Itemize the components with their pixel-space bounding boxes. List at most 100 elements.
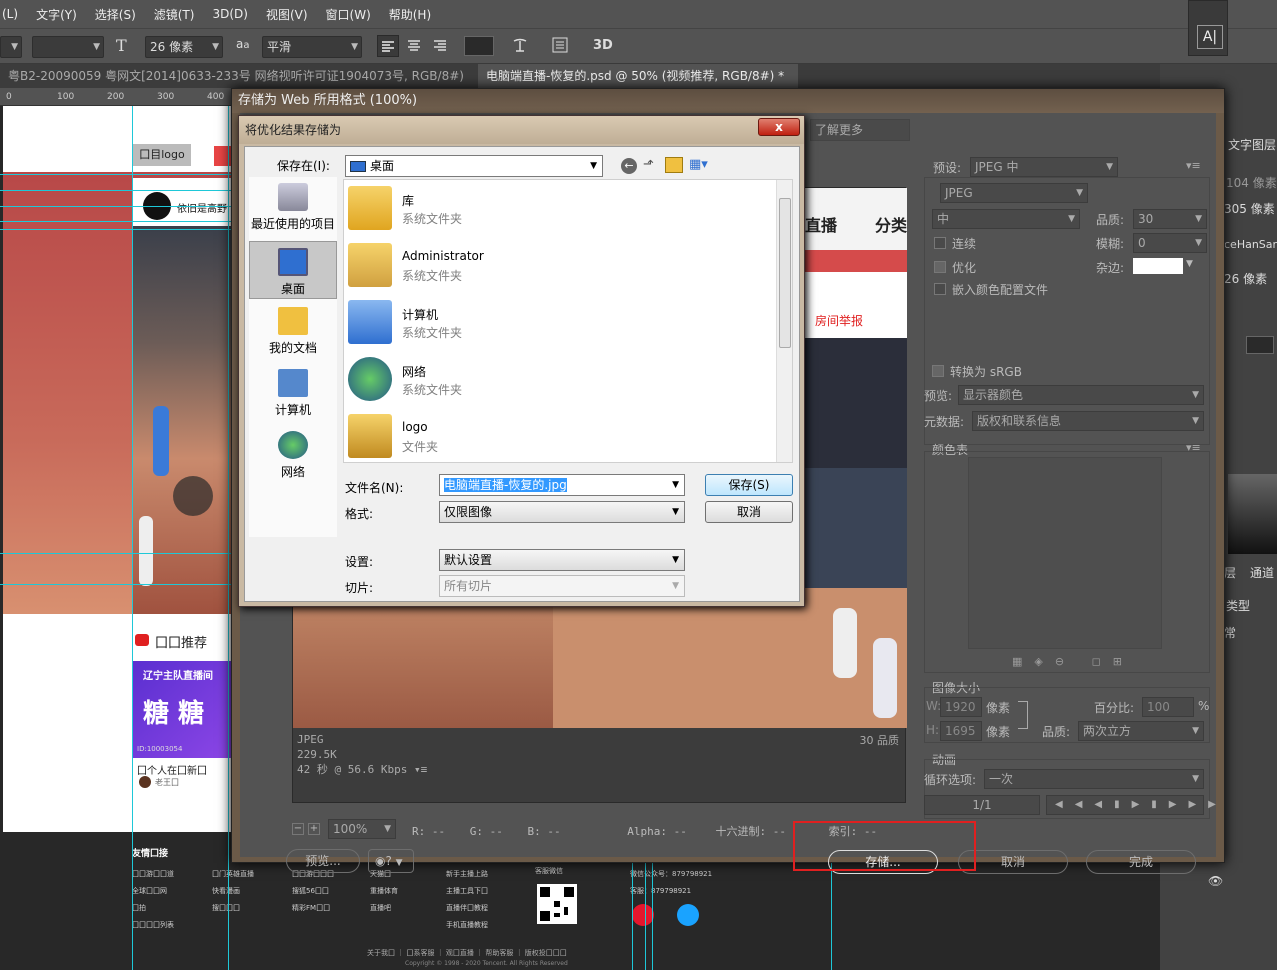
- zoom-in-button[interactable]: +: [308, 823, 320, 835]
- scrollbar-thumb[interactable]: [779, 198, 791, 348]
- save-button[interactable]: 保存(S): [705, 474, 793, 496]
- convert-srgb-checkbox[interactable]: [932, 365, 944, 377]
- qq-icon[interactable]: [677, 904, 699, 926]
- percent-input[interactable]: 100: [1142, 697, 1194, 717]
- resample-select[interactable]: 两次立方 ▼: [1078, 721, 1204, 741]
- footer-link[interactable]: 直播伴囗教程: [446, 900, 488, 917]
- menu-item[interactable]: 窗口(W): [326, 6, 371, 23]
- list-item[interactable]: logo 文件夹: [344, 408, 774, 462]
- 3d-button[interactable]: 3D: [593, 38, 613, 53]
- menu-item[interactable]: 选择(S): [95, 6, 136, 23]
- optimized-checkbox[interactable]: [934, 261, 946, 273]
- footer-link[interactable]: 囗囗囗囗列表: [132, 917, 174, 934]
- list-item[interactable]: 库系统文件夹: [344, 180, 774, 236]
- recommend-card-image[interactable]: 辽宁主队直播间 糖 糖 ID:10003054: [133, 661, 232, 758]
- preview-button[interactable]: 预览...: [286, 849, 360, 873]
- menu-item[interactable]: 滤镜(T): [154, 6, 195, 23]
- char-panel-button[interactable]: [550, 35, 570, 57]
- warp-text-button[interactable]: [510, 35, 530, 57]
- file-format-select[interactable]: JPEG ▼: [940, 183, 1088, 203]
- quality-input[interactable]: 30 ▼: [1133, 209, 1207, 229]
- place-network[interactable]: 网络: [249, 431, 337, 480]
- done-button[interactable]: 完成: [1086, 850, 1196, 874]
- antialias-select[interactable]: 平滑 ▼: [262, 36, 362, 58]
- filter-kind[interactable]: 类型: [1226, 597, 1250, 614]
- footer-link[interactable]: 精彩FM囗囗: [292, 900, 334, 917]
- font-family-select[interactable]: ▼: [32, 36, 104, 58]
- place-documents[interactable]: 我的文档: [249, 307, 337, 356]
- footer-link[interactable]: 新手主播上路: [446, 866, 488, 883]
- tab-channels[interactable]: 通道: [1250, 564, 1274, 581]
- character-panel-dock[interactable]: A|: [1188, 0, 1228, 56]
- align-center-button[interactable]: [404, 35, 424, 57]
- loop-select[interactable]: 一次 ▼: [984, 769, 1204, 789]
- blur-input[interactable]: 0 ▼: [1133, 233, 1207, 253]
- blend-mode[interactable]: 常: [1224, 624, 1236, 641]
- progressive-checkbox[interactable]: [934, 237, 946, 249]
- list-item[interactable]: 网络 系统文件夹: [344, 351, 774, 407]
- close-button[interactable]: x: [758, 118, 800, 136]
- menu-item[interactable]: 视图(V): [266, 6, 308, 23]
- weibo-icon[interactable]: [632, 904, 654, 926]
- quality-preset-select[interactable]: 中 ▼: [932, 209, 1080, 229]
- new-folder-icon[interactable]: [665, 157, 683, 173]
- animation-controls[interactable]: ◀◀◀▮▶▮▶▶▶: [1046, 795, 1216, 815]
- slices-select[interactable]: 所有切片 ▼: [439, 575, 685, 597]
- list-item[interactable]: 计算机 系统文件夹: [344, 294, 774, 350]
- zoom-out-button[interactable]: −: [292, 823, 304, 835]
- preset-select[interactable]: JPEG 中 ▼: [970, 157, 1118, 177]
- color-table-tools[interactable]: ▦◈⊖ ◻⊞: [1012, 655, 1134, 668]
- menu-icon[interactable]: ▾≡: [1186, 159, 1201, 172]
- learn-more-button[interactable]: 了解更多: [810, 119, 910, 141]
- format-select[interactable]: 仅限图像 ▼: [439, 501, 685, 523]
- tool-preset-select[interactable]: ▼: [0, 36, 22, 58]
- eye-icon[interactable]: 👁: [1208, 874, 1223, 888]
- width-input[interactable]: 1920: [940, 697, 982, 717]
- browser-preview-button[interactable]: ◉? ▼: [368, 849, 414, 873]
- back-icon[interactable]: ←: [621, 158, 637, 174]
- footer-link[interactable]: 囗囗游囗囗道: [132, 866, 174, 883]
- chevron-down-icon[interactable]: ▼: [1186, 259, 1193, 269]
- tab-document-2[interactable]: 电脑端直播-恢复的.psd @ 50% (视频推荐, RGB/8#) * ✕: [478, 64, 798, 107]
- footer-link[interactable]: 直播吧: [370, 900, 398, 917]
- align-right-button[interactable]: [430, 35, 450, 57]
- cancel-button[interactable]: 取消: [705, 501, 793, 523]
- place-desktop[interactable]: 桌面: [249, 241, 337, 299]
- menu-item[interactable]: 文字(Y): [36, 6, 77, 23]
- matte-swatch[interactable]: [1133, 258, 1183, 274]
- view-menu-icon[interactable]: ▦▾: [689, 157, 717, 175]
- footer-link[interactable]: 手机直播教程: [446, 917, 488, 934]
- footer-link[interactable]: 主播工具下囗: [446, 883, 488, 900]
- font-size-select[interactable]: 26 像素 ▼: [145, 36, 223, 58]
- embed-profile-checkbox[interactable]: [934, 283, 946, 295]
- menu-item[interactable]: 3D(D): [212, 7, 247, 21]
- text-color-swatch[interactable]: [464, 36, 494, 56]
- settings-select[interactable]: 默认设置 ▼: [439, 549, 685, 571]
- save-in-select[interactable]: 桌面 ▼: [345, 155, 603, 177]
- footer-link[interactable]: 囗拍: [132, 900, 174, 917]
- footer-link[interactable]: 全球囗囗网: [132, 883, 174, 900]
- footer-link[interactable]: 囗门英雄直播: [212, 866, 254, 883]
- filename-input[interactable]: 电脑端直播-恢复的.jpg ▼: [439, 474, 685, 496]
- footer-link[interactable]: 搜囗囗囗: [212, 900, 254, 917]
- place-computer[interactable]: 计算机: [249, 369, 337, 418]
- menu-item[interactable]: 帮助(H): [389, 6, 431, 23]
- place-recent[interactable]: 最近使用的项目: [249, 183, 337, 232]
- align-left-button[interactable]: [377, 35, 399, 57]
- metadata-select[interactable]: 版权和联系信息 ▼: [972, 411, 1204, 431]
- tab-document-1[interactable]: 粤B2-20090059 粤网文[2014]0633-233号 网络视听许可证1…: [0, 64, 475, 107]
- up-folder-icon[interactable]: ⬏: [643, 157, 661, 175]
- footer-link[interactable]: 搜狐56囗囗: [292, 883, 334, 900]
- menu-item[interactable]: (L): [2, 7, 18, 21]
- footer-link[interactable]: 快看漫画: [212, 883, 254, 900]
- preview-color-select[interactable]: 显示器颜色 ▼: [958, 385, 1204, 405]
- tab-layers[interactable]: 层: [1224, 564, 1236, 581]
- scrollbar[interactable]: [776, 180, 792, 462]
- color-swatch[interactable]: [1246, 336, 1274, 354]
- list-item[interactable]: Administrator 系统文件夹: [344, 237, 774, 293]
- menu-icon[interactable]: ▾≡: [414, 763, 427, 776]
- zoom-select[interactable]: 100% ▼: [328, 819, 396, 839]
- link-icon[interactable]: [1018, 701, 1028, 729]
- height-input[interactable]: 1695: [940, 721, 982, 741]
- footer-link[interactable]: 重播体育: [370, 883, 398, 900]
